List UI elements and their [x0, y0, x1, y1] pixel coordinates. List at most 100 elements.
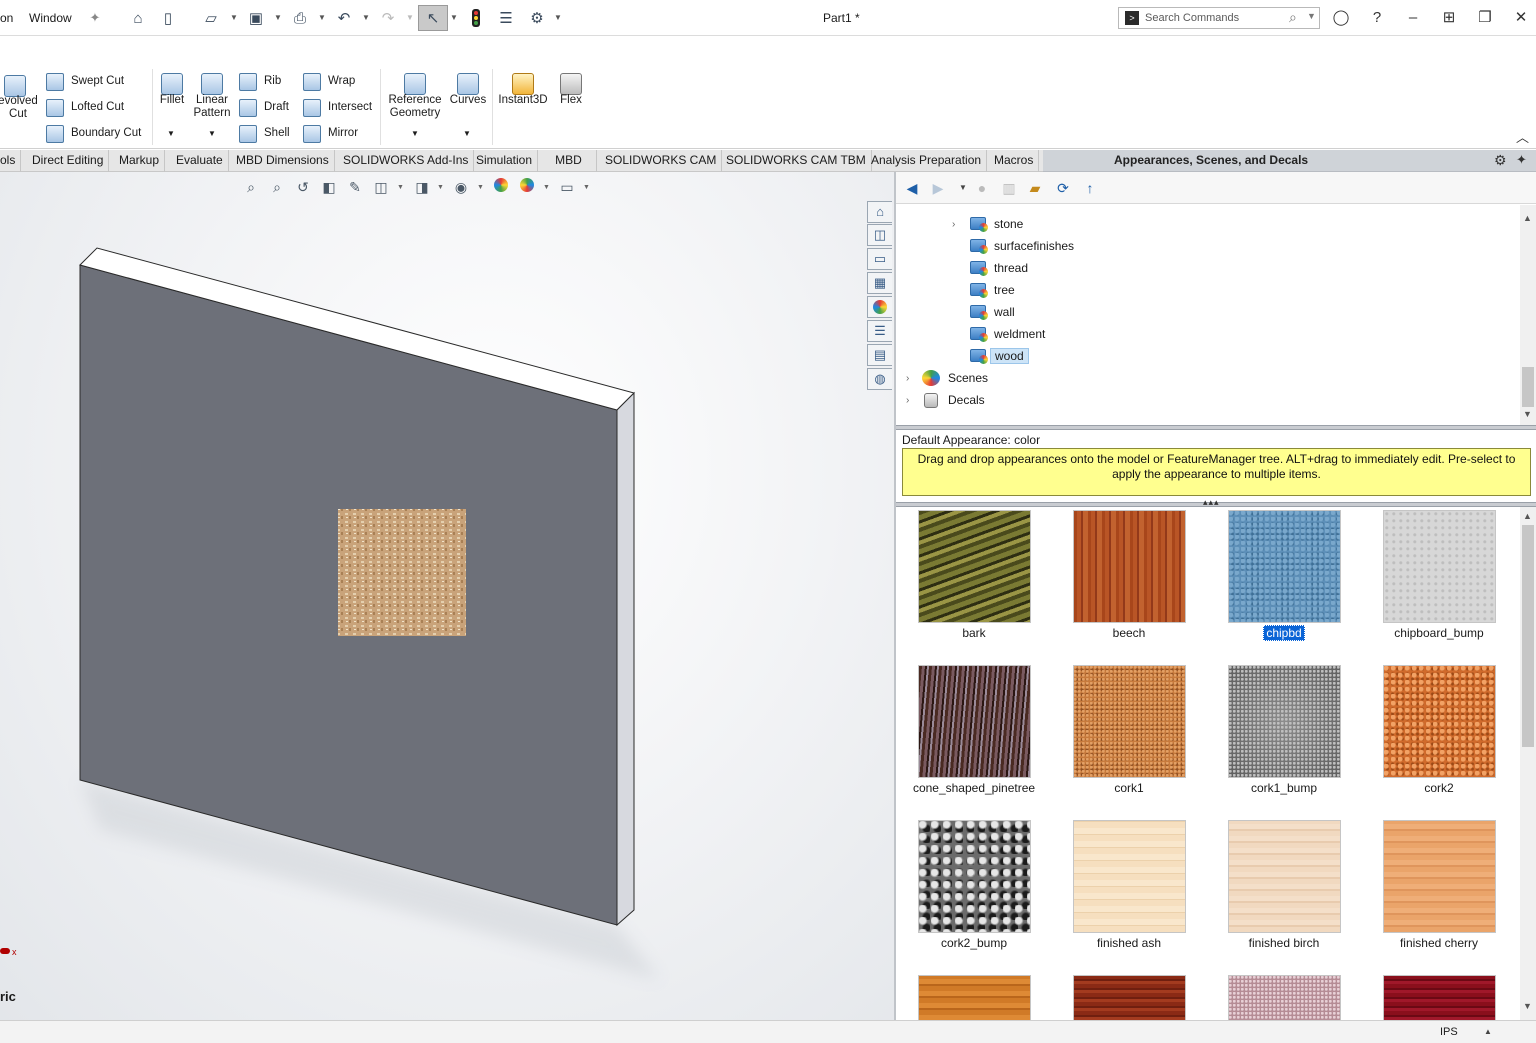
scroll-up-icon[interactable]: ▲ — [1523, 213, 1532, 223]
tree-item-wall[interactable]: wall — [970, 302, 1015, 322]
shell-button[interactable]: Shell — [264, 127, 290, 139]
tab-solidworks-cam[interactable]: SOLIDWORKS CAM — [600, 150, 723, 172]
draft-button[interactable]: Draft — [264, 101, 289, 113]
file-properties-icon[interactable]: ☰ — [495, 7, 517, 29]
help-icon[interactable]: ? — [1366, 7, 1388, 29]
cork1-bump-thumbnail[interactable] — [1228, 665, 1341, 778]
resources-home-icon[interactable]: ⌂ — [867, 201, 892, 223]
restore-icon[interactable]: ❐ — [1474, 7, 1496, 29]
scroll-down-icon[interactable]: ▼ — [1523, 409, 1532, 419]
wood-thumbnail[interactable] — [1383, 975, 1496, 1020]
save-dropdown-icon[interactable]: ▼ — [274, 13, 282, 22]
tab-simulation[interactable]: Simulation — [471, 150, 539, 172]
tree-item-tree[interactable]: tree — [970, 280, 1015, 300]
tab-analysis-preparation[interactable]: Analysis Preparation — [866, 150, 988, 172]
menu-item-partial[interactable]: on — [0, 11, 13, 25]
new-folder-icon[interactable]: ▰ — [1026, 179, 1044, 197]
select-dropdown-icon[interactable]: ▼ — [450, 13, 458, 22]
redo-dropdown-icon[interactable]: ▼ — [406, 13, 414, 22]
appearances-scenes-decals-icon[interactable] — [867, 296, 892, 318]
wood-thumbnail[interactable] — [1073, 975, 1186, 1020]
tab-direct-editing[interactable]: Direct Editing — [27, 150, 110, 172]
tree-item-thread[interactable]: thread — [970, 258, 1028, 278]
expand-stone-caret[interactable]: › — [952, 219, 955, 230]
select-icon[interactable]: ↖ — [418, 5, 448, 31]
design-library-icon[interactable]: ◫ — [867, 224, 892, 246]
new-document-icon[interactable]: ▯ — [157, 7, 179, 29]
menu-window[interactable]: Window — [29, 11, 72, 25]
swept-cut-button[interactable]: Swept Cut — [71, 75, 124, 87]
undo-icon[interactable]: ↶ — [333, 7, 355, 29]
granite-thumbnail[interactable] — [1228, 975, 1341, 1020]
undo-dropdown-icon[interactable]: ▼ — [362, 13, 370, 22]
options-dropdown-icon[interactable]: ▼ — [554, 13, 562, 22]
tree-scrollbar[interactable]: ▲ ▼ — [1520, 205, 1536, 425]
view-palette-icon[interactable]: ▦ — [867, 272, 892, 294]
chipbd-thumbnail[interactable] — [1228, 510, 1341, 623]
task-pane-options-gear-icon[interactable]: ⚙ — [1494, 152, 1507, 169]
lofted-cut-button[interactable]: Lofted Cut — [71, 101, 124, 113]
search-commands-box[interactable]: > Search Commands ⌕ ▼ — [1118, 7, 1320, 29]
pane-splitter[interactable] — [896, 425, 1536, 430]
close-icon[interactable]: ✕ — [1510, 7, 1532, 29]
forward-icon[interactable]: ▶ — [929, 179, 947, 197]
chipboard-bump-thumbnail[interactable] — [1383, 510, 1496, 623]
expand-scenes-caret[interactable]: › — [906, 373, 909, 384]
rib-button[interactable]: Rib — [264, 75, 281, 87]
curves-button[interactable]: Curves — [446, 94, 490, 107]
collapse-ribbon-icon[interactable]: ︿ — [1516, 127, 1529, 146]
cork2-thumbnail[interactable] — [1383, 665, 1496, 778]
open-icon[interactable]: ▱ — [200, 7, 222, 29]
tab-mbd-dimensions[interactable]: MBD Dimensions — [231, 150, 335, 172]
instant3d-button[interactable]: Instant3D — [495, 94, 551, 107]
flex-button[interactable]: Flex — [552, 94, 590, 107]
options-gear-icon[interactable]: ⚙ — [526, 7, 548, 29]
print-icon[interactable]: ⎙ — [289, 7, 311, 29]
wood-thumbnail[interactable] — [918, 975, 1031, 1020]
tab-macros[interactable]: Macros — [989, 150, 1040, 172]
search-input[interactable]: Search Commands — [1145, 12, 1239, 24]
save-icon[interactable]: ▣ — [245, 7, 267, 29]
3dexperience-icon[interactable]: ◍ — [867, 368, 892, 390]
gallery-scrollbar[interactable]: ▲ ▼ — [1520, 507, 1536, 1020]
tree-item-wood[interactable]: wood — [970, 346, 1029, 366]
tree-item-stone[interactable]: stone — [970, 214, 1023, 234]
home-icon[interactable]: ⌂ — [127, 7, 149, 29]
custom-properties-icon[interactable]: ☰ — [867, 320, 892, 342]
scroll-thumb[interactable] — [1522, 367, 1534, 407]
units-label[interactable]: IPS — [1440, 1026, 1458, 1038]
scroll-up-icon[interactable]: ▲ — [1523, 511, 1532, 521]
redo-icon[interactable]: ↷ — [377, 7, 399, 29]
fillet-button[interactable]: Fillet — [152, 94, 192, 107]
cork1-thumbnail[interactable] — [1073, 665, 1186, 778]
add-file-location-icon[interactable]: ▥ — [1000, 179, 1018, 197]
tree-item-scenes[interactable]: Scenes — [922, 368, 988, 388]
bark-thumbnail[interactable] — [918, 510, 1031, 623]
tree-item-decals[interactable]: Decals — [922, 390, 985, 410]
history-dropdown-icon[interactable]: ▼ — [954, 179, 972, 197]
tree-item-weldment[interactable]: weldment — [970, 324, 1045, 344]
tab-evaluate[interactable]: Evaluate — [171, 150, 229, 172]
user-account-icon[interactable]: ◯ — [1330, 7, 1352, 29]
tab-tools[interactable]: ols — [0, 150, 22, 172]
units-caret-icon[interactable]: ▲ — [1484, 1027, 1492, 1036]
tab-solidworks-add-ins[interactable]: SOLIDWORKS Add-Ins — [338, 150, 475, 172]
revolved-cut-button[interactable]: evolved Cut — [0, 95, 38, 121]
search-icon[interactable]: ⌕ — [1289, 9, 1297, 26]
search-dropdown-icon[interactable]: ▼ — [1307, 11, 1316, 21]
pin-icon[interactable]: ✦ — [84, 7, 106, 29]
tile-windows-icon[interactable]: ⊞ — [1438, 7, 1460, 29]
tab-mbd[interactable]: MBD — [541, 150, 597, 172]
beech-thumbnail[interactable] — [1073, 510, 1186, 623]
reference-geometry-button[interactable]: Reference Geometry — [386, 94, 444, 120]
print-dropdown-icon[interactable]: ▼ — [318, 13, 326, 22]
scroll-thumb[interactable] — [1522, 525, 1534, 747]
minimize-icon[interactable]: – — [1402, 7, 1424, 29]
part-model[interactable] — [0, 172, 894, 1020]
tab-markup[interactable]: Markup — [114, 150, 166, 172]
open-dropdown-icon[interactable]: ▼ — [230, 13, 238, 22]
cone-shaped-pinetree-thumbnail[interactable] — [918, 665, 1031, 778]
linear-pattern-button[interactable]: Linear Pattern — [190, 94, 234, 120]
mirror-button[interactable]: Mirror — [328, 127, 358, 139]
curves-dropdown-icon[interactable]: ▼ — [463, 129, 471, 138]
